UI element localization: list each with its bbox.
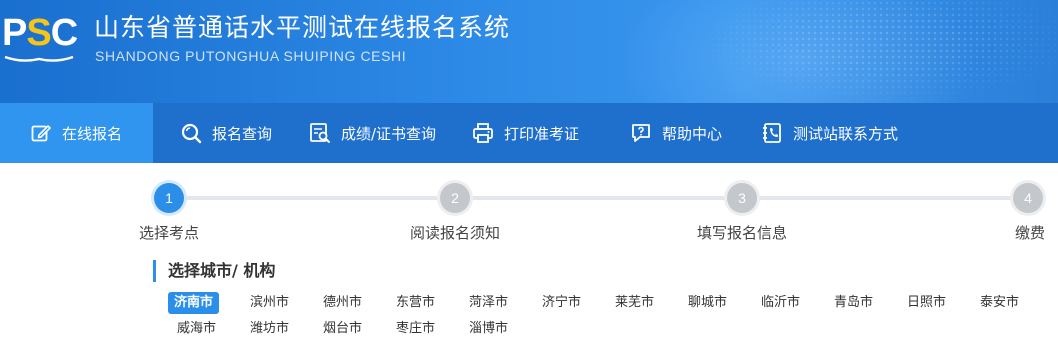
city-option-yantai[interactable]: 烟台市	[317, 318, 368, 340]
main-nav: 在线报名 报名查询 成绩/证书查询 打印准考证 帮助中心 测试站联系方式	[0, 103, 1058, 163]
step-1-circle: 1	[154, 183, 184, 213]
city-option-taian[interactable]: 泰安市	[974, 292, 1025, 314]
city-option-zibo[interactable]: 淄博市	[463, 318, 514, 340]
edit-icon	[30, 122, 52, 144]
step-1-label: 选择考点	[138, 224, 200, 242]
nav-label: 成绩/证书查询	[341, 124, 437, 143]
step-3-label: 填写报名信息	[696, 224, 788, 242]
step-2-circle: 2	[440, 183, 470, 213]
step-3-circle: 3	[727, 183, 757, 213]
site-title: 山东省普通话水平测试在线报名系统	[94, 13, 511, 42]
city-option-dezhou[interactable]: 德州市	[317, 292, 368, 314]
city-option-zaozhuang[interactable]: 枣庄市	[390, 318, 441, 340]
nav-item-registration-query[interactable]: 报名查询	[153, 103, 283, 163]
nav-item-score-certificate-query[interactable]: 成绩/证书查询	[283, 103, 446, 163]
site-subtitle: SHANDONG PUTONGHUA SHUIPING CESHI	[95, 48, 407, 64]
registration-steps: 1 2 3 4 选择考点 阅读报名须知 填写报名信息 缴费	[0, 163, 1058, 248]
step-connector	[184, 196, 440, 200]
city-option-weihai[interactable]: 威海市	[171, 318, 222, 340]
nav-label: 报名查询	[212, 124, 273, 143]
step-4-circle: 4	[1013, 183, 1043, 213]
nav-label: 帮助中心	[662, 124, 723, 143]
header-banner: PSC 山东省普通话水平测试在线报名系统 SHANDONG PUTONGHUA …	[0, 0, 1058, 103]
city-option-binzhou[interactable]: 滨州市	[244, 292, 295, 314]
nav-item-online-registration[interactable]: 在线报名	[0, 103, 153, 163]
world-map-dots-decoration	[638, 0, 1058, 103]
step-connector	[470, 196, 726, 200]
logo-letter-c: C	[50, 12, 78, 54]
city-option-linyi[interactable]: 临沂市	[755, 292, 806, 314]
logo-letter-s: S	[26, 12, 51, 54]
city-option-qingdao[interactable]: 青岛市	[828, 292, 879, 314]
step-4-label: 缴费	[1014, 224, 1046, 242]
city-option-jining[interactable]: 济宁市	[536, 292, 587, 314]
psc-logo: PSC	[2, 10, 78, 66]
step-connector	[757, 196, 1013, 200]
step-2-label: 阅读报名须知	[409, 224, 501, 242]
city-option-liaocheng[interactable]: 聊城市	[682, 292, 733, 314]
nav-item-print-admission-ticket[interactable]: 打印准考证	[446, 103, 604, 163]
section-title: 选择城市/ 机构	[153, 260, 275, 282]
city-option-dongying[interactable]: 东营市	[390, 292, 441, 314]
nav-label: 在线报名	[62, 124, 123, 143]
printer-icon	[472, 122, 494, 144]
nav-item-test-station-contacts[interactable]: 测试站联系方式	[731, 103, 911, 163]
logo-letter-p: P	[2, 12, 27, 54]
search-icon	[180, 122, 202, 144]
open-book-icon	[4, 56, 74, 62]
nav-item-help-center[interactable]: 帮助中心	[604, 103, 731, 163]
certificate-search-icon	[309, 122, 331, 144]
help-chat-icon	[630, 122, 652, 144]
city-option-laiwu[interactable]: 莱芜市	[609, 292, 660, 314]
city-option-rizhao[interactable]: 日照市	[901, 292, 952, 314]
nav-label: 打印准考证	[504, 124, 580, 143]
city-option-heze[interactable]: 菏泽市	[463, 292, 514, 314]
city-option-weifang[interactable]: 潍坊市	[244, 318, 295, 340]
phone-book-icon	[761, 122, 783, 144]
nav-label: 测试站联系方式	[793, 124, 899, 143]
city-option-jinan[interactable]: 济南市	[168, 292, 220, 314]
